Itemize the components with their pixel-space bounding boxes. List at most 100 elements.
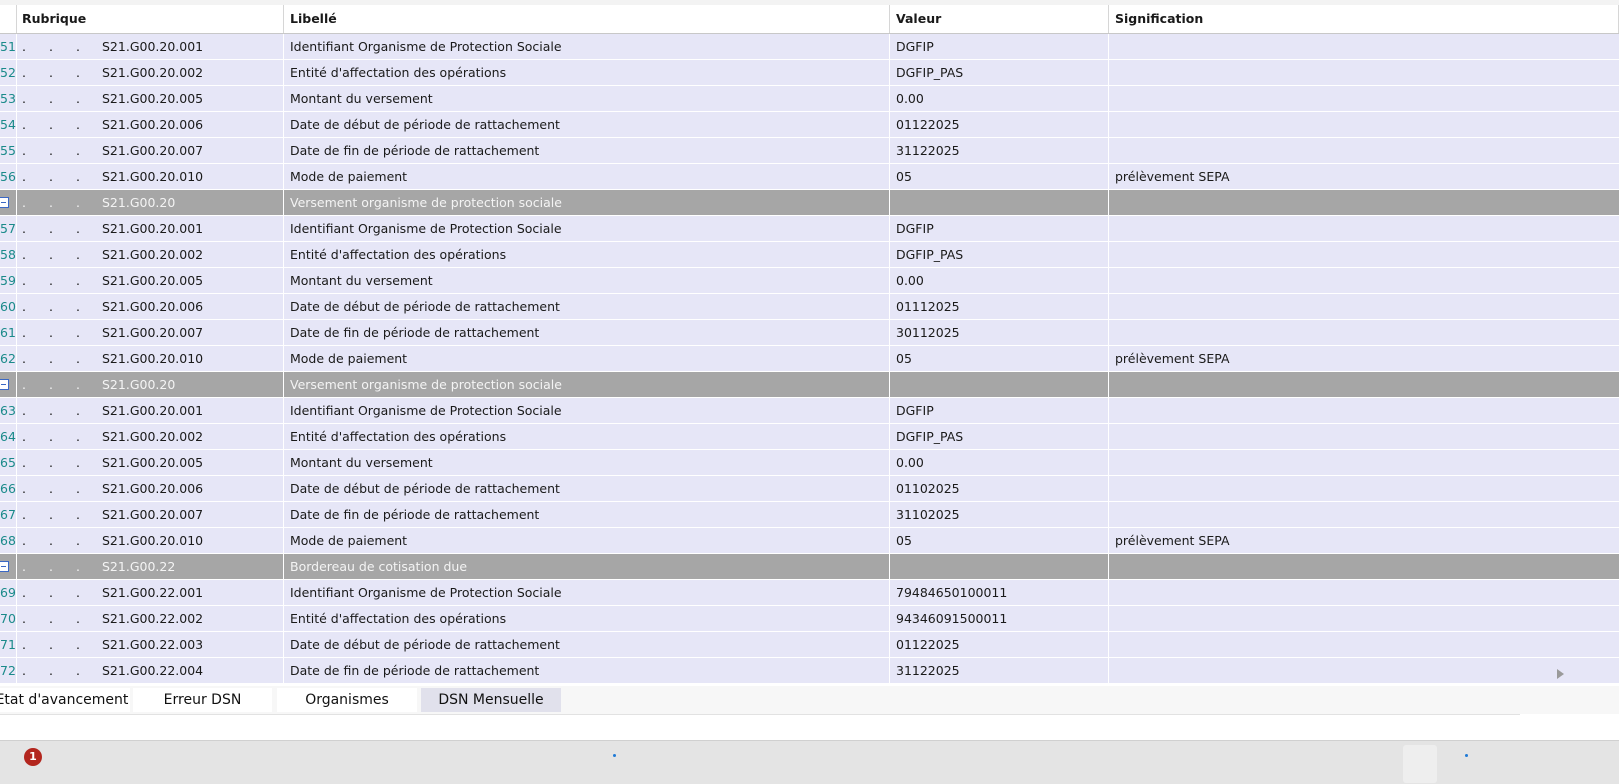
rubrique-code: S21.G00.20 [102, 377, 176, 392]
table-row[interactable]: 68... S21.G00.20.010 Mode de paiement 05 pré… [0, 528, 1619, 554]
table-row[interactable]: 65... S21.G00.20.005 Montant du versement 0… [0, 450, 1619, 476]
libelle-cell: Mode de paiement [284, 346, 890, 371]
table-row[interactable]: 67... S21.G00.20.007 Date de fin de périod… [0, 502, 1619, 528]
valeur-cell: 31102025 [890, 502, 1109, 527]
row-number: 52 [0, 60, 17, 85]
table-row[interactable]: 66... S21.G00.20.006 Date de début de péri… [0, 476, 1619, 502]
rubrique-code: S21.G00.20.010 [102, 351, 204, 366]
table-row[interactable]: 51... S21.G00.20.001 Identifiant Organisme… [0, 34, 1619, 60]
table-row[interactable]: 60... S21.G00.20.006 Date de début de péri… [0, 294, 1619, 320]
rubrique-code: S21.G00.20.001 [102, 403, 204, 418]
tabs-divider [0, 714, 1520, 715]
table-row[interactable]: 64... S21.G00.20.002 Entité d'affectation … [0, 424, 1619, 450]
row-number: 72 [0, 658, 17, 683]
scroll-right-arrow-icon[interactable] [1557, 669, 1564, 679]
table-row[interactable]: 70... S21.G00.22.002 Entité d'affectation … [0, 606, 1619, 632]
signification-cell [1109, 450, 1619, 475]
rubrique-cell: ... S21.G00.20.007 [17, 502, 284, 527]
rubrique-cell: ... S21.G00.20.007 [17, 138, 284, 163]
table-row[interactable]: 71... S21.G00.22.003 Date de début de péri… [0, 632, 1619, 658]
libelle-cell: Date de fin de période de rattachement [284, 138, 890, 163]
signification-cell [1109, 372, 1619, 397]
tree-indent: ... [22, 273, 80, 288]
table-row[interactable]: 72... S21.G00.22.004 Date de fin de périod… [0, 658, 1619, 684]
row-number: 70 [0, 606, 17, 631]
tree-indent: ... [22, 429, 80, 444]
rubrique-code: S21.G00.20.001 [102, 221, 204, 236]
row-number: 59 [0, 268, 17, 293]
row-number: 53 [0, 86, 17, 111]
header-valeur[interactable]: Valeur [890, 5, 1109, 33]
valeur-cell: 0.00 [890, 86, 1109, 111]
valeur-cell: DGFIP_PAS [890, 424, 1109, 449]
header-rubrique[interactable]: Rubrique [17, 5, 284, 33]
status-dot-icon [613, 754, 616, 757]
signification-cell [1109, 34, 1619, 59]
row-number: 51 [0, 34, 17, 59]
tab-etat-avancement[interactable]: Etat d'avancement [0, 688, 130, 712]
collapse-toggle-icon[interactable] [0, 379, 9, 390]
header-signification[interactable]: Signification [1109, 5, 1619, 33]
table-row[interactable]: 69... S21.G00.22.001 Identifiant Organisme… [0, 580, 1619, 606]
collapse-toggle-icon[interactable] [0, 561, 9, 572]
rubrique-code: S21.G00.20.007 [102, 507, 204, 522]
tree-indent: ... [22, 611, 80, 626]
notification-badge[interactable]: 1 [24, 748, 42, 766]
tab-organismes[interactable]: Organismes [277, 688, 417, 712]
rubrique-cell: ... S21.G00.22.002 [17, 606, 284, 631]
valeur-cell: 0.00 [890, 450, 1109, 475]
row-number: 61 [0, 320, 17, 345]
group-row[interactable]: ... S21.G00.22 Bordereau de cotisation due [0, 554, 1619, 580]
table-row[interactable]: 55... S21.G00.20.007 Date de fin de périod… [0, 138, 1619, 164]
rubrique-cell: ... S21.G00.20.010 [17, 528, 284, 553]
row-number: 54 [0, 112, 17, 137]
table-row[interactable]: 63... S21.G00.20.001 Identifiant Organisme… [0, 398, 1619, 424]
table-row[interactable]: 56... S21.G00.20.010 Mode de paiement 05 pré… [0, 164, 1619, 190]
row-number [0, 190, 17, 215]
valeur-cell: 0.00 [890, 268, 1109, 293]
table-row[interactable]: 61... S21.G00.20.007 Date de fin de périod… [0, 320, 1619, 346]
rubrique-code: S21.G00.20.010 [102, 169, 204, 184]
table-row[interactable]: 52... S21.G00.20.002 Entité d'affectation … [0, 60, 1619, 86]
table-row[interactable]: 59... S21.G00.20.005 Montant du versement 0… [0, 268, 1619, 294]
rubrique-cell: ... S21.G00.22.001 [17, 580, 284, 605]
tree-indent: ... [22, 91, 80, 106]
valeur-cell: 94346091500011 [890, 606, 1109, 631]
group-row[interactable]: ... S21.G00.20 Versement organisme de prot… [0, 372, 1619, 398]
libelle-cell: Entité d'affectation des opérations [284, 242, 890, 267]
table-row[interactable]: 54... S21.G00.20.006 Date de début de péri… [0, 112, 1619, 138]
valeur-cell: DGFIP_PAS [890, 60, 1109, 85]
table-row[interactable]: 62... S21.G00.20.010 Mode de paiement 05 pré… [0, 346, 1619, 372]
signification-cell [1109, 658, 1619, 683]
tree-indent: ... [22, 247, 80, 262]
libelle-cell: Entité d'affectation des opérations [284, 424, 890, 449]
row-number: 64 [0, 424, 17, 449]
tree-indent: ... [22, 169, 80, 184]
tab-erreur-dsn[interactable]: Erreur DSN [133, 688, 272, 712]
valeur-cell [890, 554, 1109, 579]
header-libelle[interactable]: Libellé [284, 5, 890, 33]
libelle-cell: Identifiant Organisme de Protection Soci… [284, 34, 890, 59]
signification-cell [1109, 216, 1619, 241]
signification-cell [1109, 86, 1619, 111]
tab-dsn-mensuelle[interactable]: DSN Mensuelle [421, 688, 561, 712]
collapse-toggle-icon[interactable] [0, 197, 9, 208]
rubrique-cell: ... S21.G00.20.001 [17, 398, 284, 423]
signification-cell [1109, 242, 1619, 267]
rubrique-cell: ... S21.G00.20.001 [17, 34, 284, 59]
group-row[interactable]: ... S21.G00.20 Versement organisme de prot… [0, 190, 1619, 216]
status-button[interactable] [1403, 745, 1437, 783]
tree-indent: ... [22, 403, 80, 418]
table-row[interactable]: 57... S21.G00.20.001 Identifiant Organisme… [0, 216, 1619, 242]
table-row[interactable]: 58... S21.G00.20.002 Entité d'affectation … [0, 242, 1619, 268]
row-number: 60 [0, 294, 17, 319]
valeur-cell: DGFIP [890, 398, 1109, 423]
rubrique-cell: ... S21.G00.22.004 [17, 658, 284, 683]
table-row[interactable]: 53... S21.G00.20.005 Montant du versement 0… [0, 86, 1619, 112]
rubrique-code: S21.G00.22.002 [102, 611, 204, 626]
signification-cell [1109, 502, 1619, 527]
valeur-cell: 01112025 [890, 294, 1109, 319]
libelle-cell: Identifiant Organisme de Protection Soci… [284, 398, 890, 423]
libelle-cell: Entité d'affectation des opérations [284, 606, 890, 631]
rubrique-code: S21.G00.22 [102, 559, 176, 574]
